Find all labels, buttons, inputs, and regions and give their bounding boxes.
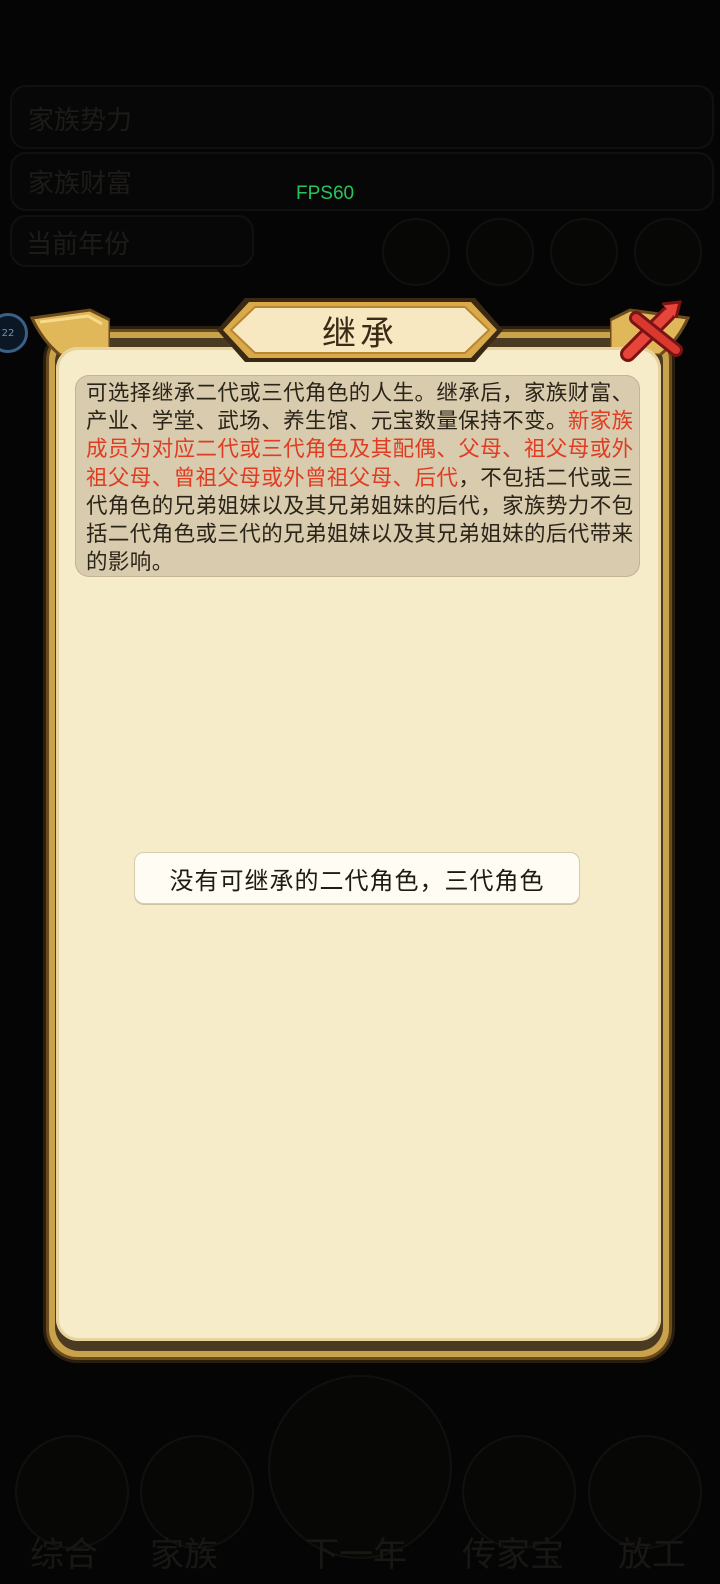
bg-second-label: 家族财富 [28,169,133,199]
bg-year-label: 当前年份 [26,230,131,260]
fps-counter: FPS60 [296,183,355,204]
bg-nav-label-2: 家族 [150,1535,218,1575]
bg-nav-label-5: 放工 [618,1535,686,1575]
bg-top-label: 家族势力 [28,106,133,136]
close-icon[interactable] [618,296,690,368]
bg-icon-4 [634,218,702,286]
bg-icon-3 [550,218,618,286]
bg-nav-label-1: 综合 [30,1535,98,1575]
description-text: 可选择继承二代或三代角色的人生。继承后，家族财富、产业、学堂、武场、养生馆、元宝… [86,380,634,577]
empty-state-message: 没有可继承的二代角色，三代角色 [134,852,580,904]
bg-nav-label-4: 传家宝 [462,1535,564,1575]
bg-icon-1 [382,218,450,286]
description-text-normal: 可选择继承二代或三代角色的人生。继承后，家族财富、产业、学堂、武场、养生馆、元宝… [86,381,634,435]
dialog-title: 继承 [322,313,398,354]
bg-icon-2 [466,218,534,286]
bg-nav-label-3: 下一年 [305,1535,407,1575]
